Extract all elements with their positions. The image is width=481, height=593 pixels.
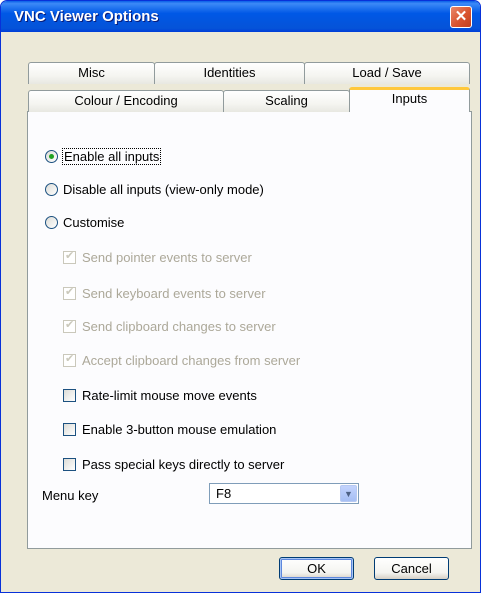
radio-label: Enable all inputs <box>61 148 162 165</box>
menu-key-label: Menu key <box>42 488 99 503</box>
tab-label: Identities <box>203 65 256 80</box>
tab-misc[interactable]: Misc <box>28 62 155 84</box>
checkbox[interactable] <box>63 458 76 471</box>
cancel-button[interactable]: Cancel <box>374 557 449 580</box>
rate-limit-mouse-checkbox[interactable]: Rate-limit mouse move events <box>63 388 257 403</box>
radio-button[interactable] <box>45 183 58 196</box>
checkbox <box>63 318 76 333</box>
radio-label: Disable all inputs (view-only mode) <box>63 182 264 197</box>
menu-key-select[interactable]: F8 ▼ <box>209 483 359 504</box>
checkbox-label: Send clipboard changes to server <box>82 319 276 334</box>
ok-button[interactable]: OK <box>279 557 354 580</box>
radio-label: Customise <box>63 215 125 230</box>
checkbox-label: Accept clipboard changes from server <box>82 353 301 368</box>
tab-colour-encoding[interactable]: Colour / Encoding <box>28 90 224 112</box>
tab-label: Colour / Encoding <box>74 93 178 108</box>
checkbox-label: Enable 3-button mouse emulation <box>82 422 277 437</box>
checkbox[interactable] <box>63 423 76 436</box>
tab-label: Load / Save <box>352 65 422 80</box>
pass-special-keys-checkbox[interactable]: Pass special keys directly to server <box>63 457 284 472</box>
window-title: VNC Viewer Options <box>14 8 159 25</box>
checkbox-label: Rate-limit mouse move events <box>82 388 257 403</box>
tab-load-save[interactable]: Load / Save <box>304 62 470 84</box>
checkbox[interactable] <box>63 389 76 402</box>
checkbox-label: Send keyboard events to server <box>82 286 266 301</box>
customise-radio[interactable]: Customise <box>45 215 124 230</box>
checkbox <box>63 285 76 300</box>
radio-button[interactable] <box>45 150 58 163</box>
chevron-down-icon[interactable]: ▼ <box>340 485 357 502</box>
tab-identities[interactable]: Identities <box>154 62 305 84</box>
send-keyboard-events-checkbox: Send keyboard events to server <box>63 285 266 301</box>
disable-all-inputs-radio[interactable]: Disable all inputs (view-only mode) <box>45 182 264 197</box>
options-dialog: VNC Viewer Options ✕ Misc Identities Loa… <box>0 0 481 593</box>
checkbox <box>63 249 76 264</box>
accept-clipboard-changes-checkbox: Accept clipboard changes from server <box>63 352 301 368</box>
enable-all-inputs-radio[interactable]: Enable all inputs <box>45 148 162 165</box>
three-button-emulation-checkbox[interactable]: Enable 3-button mouse emulation <box>63 422 276 437</box>
send-pointer-events-checkbox: Send pointer events to server <box>63 249 252 265</box>
tab-scaling[interactable]: Scaling <box>223 90 350 112</box>
tab-inputs[interactable]: Inputs <box>349 87 470 112</box>
tab-label: Misc <box>78 65 105 80</box>
tab-label: Inputs <box>391 91 428 106</box>
send-clipboard-changes-checkbox: Send clipboard changes to server <box>63 318 276 334</box>
checkbox <box>63 352 76 367</box>
checkbox-label: Send pointer events to server <box>82 250 252 265</box>
checkbox-label: Pass special keys directly to server <box>82 457 285 472</box>
tab-label: Scaling <box>265 93 308 108</box>
close-icon[interactable]: ✕ <box>450 6 472 28</box>
radio-button[interactable] <box>45 216 58 229</box>
menu-key-value: F8 <box>216 486 232 501</box>
title-bar[interactable]: VNC Viewer Options ✕ <box>1 1 480 32</box>
